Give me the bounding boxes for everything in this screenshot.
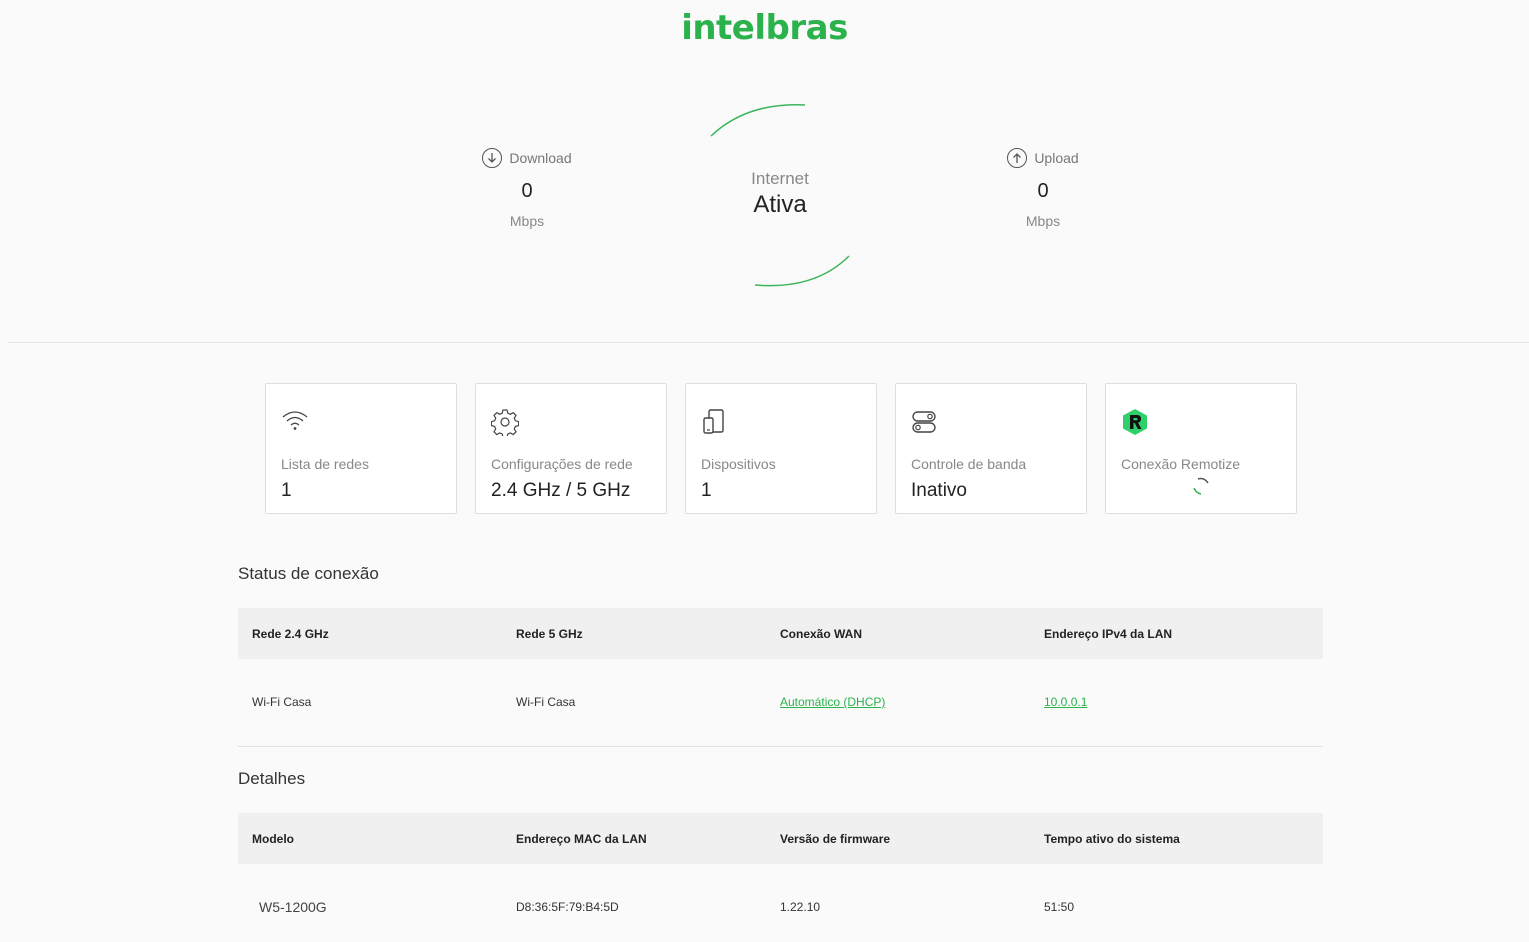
header-cell: Endereço IPv4 da LAN bbox=[1044, 626, 1173, 641]
remotize-logo-icon bbox=[1121, 408, 1281, 436]
loading-spinner-icon bbox=[1193, 477, 1209, 495]
details-table: Modelo Endereço MAC da LAN Versão de fir… bbox=[238, 813, 1323, 942]
download-header: Download bbox=[457, 148, 597, 168]
card-value: 1 bbox=[281, 480, 292, 501]
download-unit: Mbps bbox=[509, 213, 545, 229]
internet-status: Internet Ativa bbox=[680, 169, 880, 219]
lan-ip-link[interactable]: 10.0.0.1 bbox=[1044, 695, 1087, 709]
arrow-up-circle-icon bbox=[1007, 148, 1028, 168]
download-label: Download bbox=[509, 150, 572, 166]
header-cell: Rede 2.4 GHz bbox=[252, 626, 329, 641]
card-title: Lista de redes bbox=[281, 456, 369, 472]
upload-header: Upload bbox=[973, 148, 1113, 168]
download-value: 0 bbox=[521, 180, 533, 202]
gear-icon bbox=[490, 408, 651, 438]
header-cell: Modelo bbox=[252, 831, 294, 846]
card-bandwidth-control[interactable]: Controle de banda Inativo bbox=[895, 383, 1087, 514]
status-table: Rede 2.4 GHz Rede 5 GHz Conexão WAN Ende… bbox=[238, 608, 1323, 745]
card-devices[interactable]: Dispositivos 1 bbox=[685, 383, 877, 514]
header-cell: Rede 5 GHz bbox=[516, 626, 583, 641]
table-cell: Wi-Fi Casa bbox=[252, 695, 312, 709]
table-cell: Wi-Fi Casa bbox=[516, 695, 576, 709]
table-header: Rede 2.4 GHz Rede 5 GHz Conexão WAN Ende… bbox=[238, 608, 1323, 659]
card-title: Controle de banda bbox=[911, 456, 1027, 472]
table-row: W5-1200G D8:36:5F:79:B4:5D 1.22.10 51:50 bbox=[238, 864, 1323, 942]
header-cell: Versão de firmware bbox=[780, 831, 891, 846]
toggles-icon bbox=[911, 408, 1071, 436]
router-dashboard: intelbras Download 0 Mbps Internet Ativa… bbox=[0, 0, 1529, 942]
card-network-settings[interactable]: Configurações de rede 2.4 GHz / 5 GHz bbox=[475, 383, 667, 514]
divider bbox=[238, 746, 1323, 747]
wan-connection-link[interactable]: Automático (DHCP) bbox=[780, 695, 885, 709]
table-header: Modelo Endereço MAC da LAN Versão de fir… bbox=[238, 813, 1323, 864]
table-row: Wi-Fi Casa Wi-Fi Casa Automático (DHCP) … bbox=[238, 659, 1323, 745]
upload-label: Upload bbox=[1034, 150, 1079, 166]
upload-unit: Mbps bbox=[1025, 213, 1061, 229]
devices-icon bbox=[701, 408, 861, 436]
wifi-icon bbox=[281, 408, 441, 436]
card-value: 1 bbox=[701, 480, 712, 501]
card-title: Conexão Remotize bbox=[1121, 456, 1241, 472]
header-cell: Endereço MAC da LAN bbox=[516, 831, 647, 846]
upload-speed: Upload 0 Mbps bbox=[973, 148, 1113, 229]
table-cell: 51:50 bbox=[1044, 900, 1075, 914]
table-cell: D8:36:5F:79:B4:5D bbox=[516, 900, 619, 914]
internet-state: Ativa bbox=[753, 191, 807, 218]
table-cell: W5-1200G bbox=[259, 899, 327, 915]
table-cell: 1.22.10 bbox=[780, 900, 821, 914]
divider bbox=[8, 342, 1529, 343]
card-network-list[interactable]: Lista de redes 1 bbox=[265, 383, 457, 514]
intelbras-logo: intelbras bbox=[681, 8, 848, 48]
internet-label: Internet bbox=[751, 169, 809, 188]
card-value: 2.4 GHz / 5 GHz bbox=[491, 480, 631, 501]
upload-value: 0 bbox=[1037, 180, 1049, 202]
card-title: Configurações de rede bbox=[491, 456, 633, 472]
header-cell: Conexão WAN bbox=[780, 626, 863, 641]
arrow-down-circle-icon bbox=[482, 148, 503, 168]
download-speed: Download 0 Mbps bbox=[457, 148, 597, 229]
table-cell: Automático (DHCP) bbox=[766, 695, 1030, 709]
header-cell: Tempo ativo do sistema bbox=[1044, 831, 1180, 846]
card-value: Inativo bbox=[911, 480, 967, 501]
card-remotize[interactable]: Conexão Remotize bbox=[1105, 383, 1297, 514]
table-cell: 10.0.0.1 bbox=[1030, 695, 1323, 709]
details-section-title: Detalhes bbox=[238, 769, 306, 788]
summary-cards: Lista de redes 1 Configurações de rede 2… bbox=[265, 383, 1297, 514]
card-title: Dispositivos bbox=[701, 456, 776, 472]
status-section-title: Status de conexão bbox=[238, 564, 379, 583]
